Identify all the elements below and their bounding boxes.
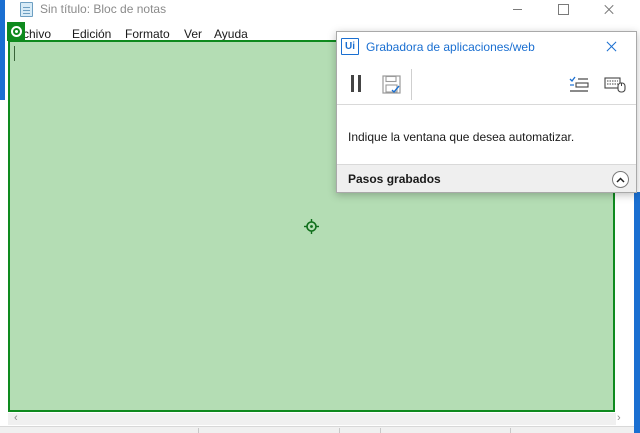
target-ring-icon — [10, 26, 22, 37]
scroll-left-icon[interactable]: ‹ — [14, 412, 18, 424]
status-divider — [380, 428, 381, 433]
selection-target-badge — [7, 22, 25, 41]
recorder-instruction: Indique la ventana que desea automatizar… — [348, 130, 575, 144]
recorded-steps-label: Pasos grabados — [348, 172, 441, 186]
uipath-logo: Ui — [341, 38, 359, 55]
status-divider — [339, 428, 340, 433]
notepad-titlebar: Sin título: Bloc de notas — [0, 0, 640, 19]
desktop-background — [0, 0, 5, 100]
horizontal-scrollbar[interactable] — [8, 413, 616, 425]
recorder-toolbar — [337, 61, 636, 105]
desktop-background — [634, 192, 640, 433]
minimize-button[interactable] — [494, 0, 540, 19]
steps-list-icon[interactable] — [569, 76, 589, 93]
chevron-up-icon[interactable] — [612, 171, 629, 188]
chevron-up-glyph — [616, 176, 625, 183]
scroll-right-icon[interactable]: › — [617, 412, 621, 424]
maximize-button[interactable] — [540, 0, 586, 19]
recorder-titlebar: Ui Grabadora de aplicaciones/web — [337, 32, 636, 61]
recorder-window: Ui Grabadora de aplicaciones/web Indique — [336, 31, 637, 193]
status-divider — [510, 428, 511, 433]
notepad-title: Sin título: Bloc de notas — [40, 2, 167, 16]
crosshair-icon — [304, 219, 319, 234]
save-icon[interactable] — [382, 75, 401, 94]
menu-formato[interactable]: Formato — [125, 27, 170, 41]
recorder-close-button[interactable] — [603, 39, 619, 55]
status-divider — [198, 428, 199, 433]
menu-ver[interactable]: Ver — [184, 27, 202, 41]
recorder-title: Grabadora de aplicaciones/web — [366, 40, 535, 54]
notepad-icon — [20, 2, 33, 17]
close-button[interactable] — [586, 0, 632, 19]
recorded-steps-panel[interactable]: Pasos grabados — [337, 164, 636, 192]
menu-edicion[interactable]: Edición — [72, 27, 111, 41]
toolbar-separator — [411, 69, 412, 100]
pause-icon[interactable] — [350, 75, 362, 92]
menu-ayuda[interactable]: Ayuda — [214, 27, 248, 41]
keyboard-mouse-icon[interactable] — [604, 76, 626, 93]
status-bar — [0, 426, 640, 433]
